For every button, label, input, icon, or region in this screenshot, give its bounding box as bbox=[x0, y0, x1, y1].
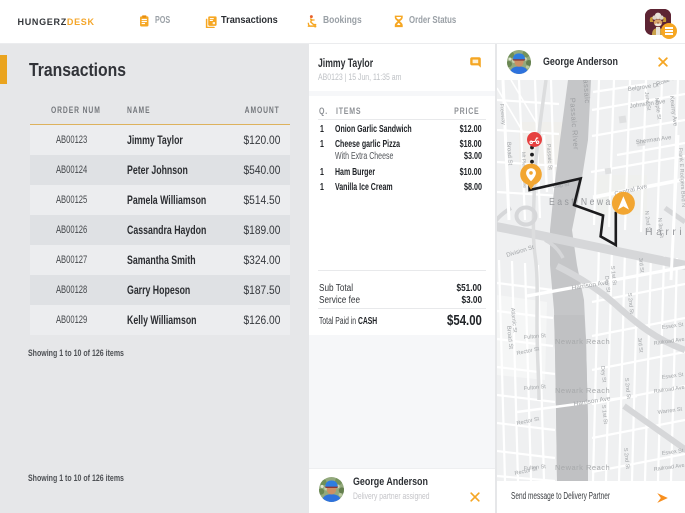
svg-text:Newark Reach: Newark Reach bbox=[555, 463, 610, 472]
svg-text:Harri: Harri bbox=[645, 226, 685, 238]
svg-text:Newark Reach: Newark Reach bbox=[555, 386, 610, 395]
svg-text:Newark Reach: Newark Reach bbox=[555, 337, 610, 346]
